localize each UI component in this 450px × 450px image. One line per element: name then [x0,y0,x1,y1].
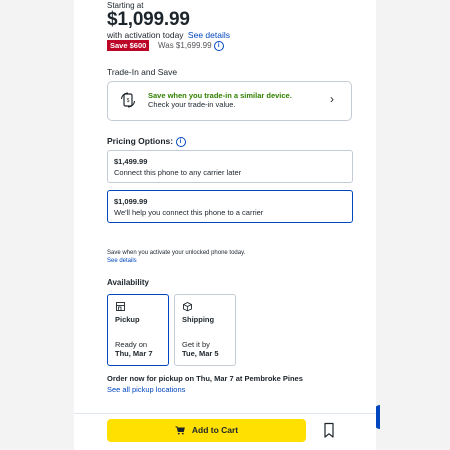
divider [74,413,376,414]
pickup-title: Pickup [115,315,140,324]
trade-in-card[interactable]: $ Save when you trade-in a similar devic… [107,81,352,121]
shipping-title: Shipping [182,315,215,324]
see-details-link[interactable]: See details [188,30,230,40]
activation-text: with activation today [107,30,184,40]
see-all-pickup-locations-link[interactable]: See all pickup locations [107,385,185,394]
option-description: We'll help you connect this phone to a c… [114,208,264,217]
pricing-options-label: Pricing Options: [107,136,174,146]
activation-line: with activation today See details [107,30,230,40]
add-to-cart-label: Add to Cart [191,425,239,435]
option-price: $1,499.99 [114,157,148,166]
pricing-option-activate[interactable]: $1,099.99 We'll help you connect this ph… [107,190,353,223]
activation-note: Save when you activate your unlocked pho… [107,250,246,256]
pickup-date: Thu, Mar 7 [115,349,153,358]
store-icon [116,302,125,311]
current-price: $1,099.99 [107,9,190,30]
pricing-options-heading: Pricing Options: i [107,136,186,147]
save-badge: Save $600 [107,40,150,51]
activation-see-details-link[interactable]: See details [107,258,137,264]
option-price: $1,099.99 [114,197,148,206]
bookmark-icon[interactable] [318,419,340,442]
pickup-order-note: Order now for pickup on Thu, Mar 7 at Pe… [107,374,303,383]
trade-in-heading: Trade-In and Save [107,67,178,77]
trade-in-phone-icon: $ [120,92,136,108]
shipping-card[interactable]: Shipping Get it by Tue, Mar 5 [174,294,236,366]
price-info-icon[interactable]: i [213,41,224,51]
option-description: Connect this phone to any carrier later [114,168,242,177]
svg-text:$: $ [127,98,130,104]
chevron-right-icon: › [330,92,334,106]
pickup-card[interactable]: Pickup Ready on Thu, Mar 7 [107,294,169,366]
box-icon [183,301,192,312]
trade-in-promo-title: Save when you trade-in a similar device. [148,91,292,100]
cart-icon [175,426,185,435]
availability-heading: Availability [107,278,149,287]
shipping-get-by-label: Get it by [182,340,210,349]
product-buy-panel: Starting at $1,099.99 with activation to… [74,0,376,450]
was-price-line: Was $1,699.99 i [158,41,224,51]
pricing-option-unlocked[interactable]: $1,499.99 Connect this phone to any carr… [107,150,353,183]
was-price: Was $1,699.99 [158,41,212,50]
add-to-cart-button[interactable]: Add to Cart [107,419,306,442]
pricing-info-icon[interactable]: i [175,137,186,147]
trade-in-promo-subtitle: Check your trade-in value. [148,100,236,109]
pickup-ready-label: Ready on [115,340,148,349]
shipping-date: Tue, Mar 5 [182,349,219,358]
